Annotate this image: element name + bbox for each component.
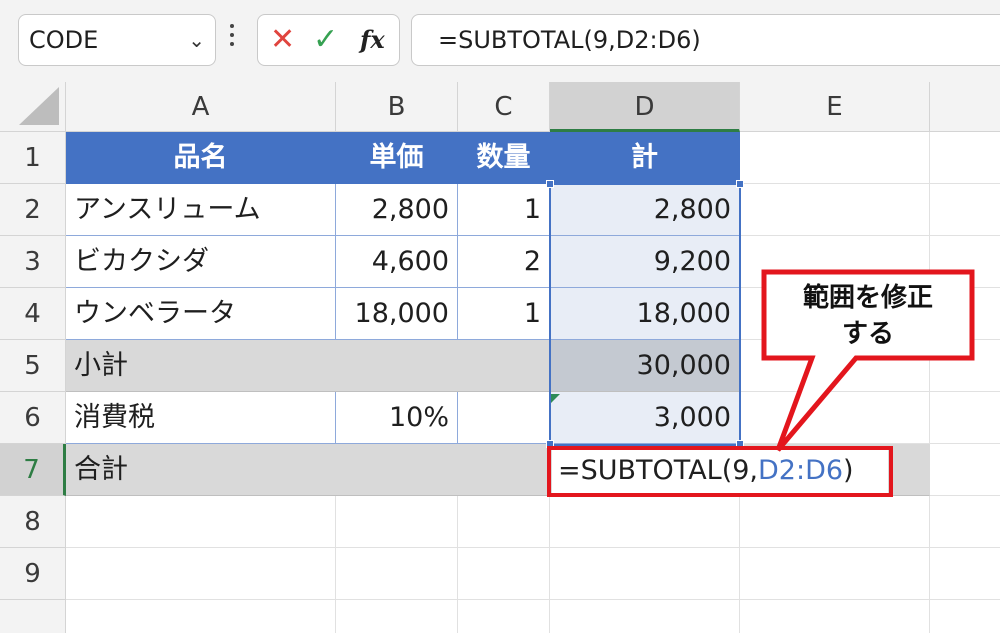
table-cell-total[interactable]: 2,800 <box>550 184 740 236</box>
column-header-a[interactable]: A <box>66 82 336 132</box>
formula-range-ref: D2:D6 <box>758 455 844 486</box>
tax-qty-cell[interactable] <box>458 392 550 444</box>
cell-b9[interactable] <box>336 548 458 600</box>
row-header-5[interactable]: 5 <box>0 340 66 392</box>
formula-input[interactable]: =SUBTOTAL(9,D2:D6) <box>411 14 1000 66</box>
enter-icon[interactable]: ✓ <box>313 15 338 65</box>
range-handle[interactable] <box>736 180 744 188</box>
cell-c8[interactable] <box>458 496 550 548</box>
more-options-icon[interactable] <box>229 24 235 54</box>
cell-a10[interactable] <box>66 600 336 633</box>
cell-f8[interactable] <box>930 496 1000 548</box>
cell-d8[interactable] <box>550 496 740 548</box>
table-header-price[interactable]: 単価 <box>336 132 458 184</box>
cell-d9[interactable] <box>550 548 740 600</box>
cell-f9[interactable] <box>930 548 1000 600</box>
table-row[interactable]: ウンベラータ <box>66 288 336 340</box>
column-header-d[interactable]: D <box>550 82 740 132</box>
name-box-value: CODE <box>29 26 99 54</box>
tax-value-cell[interactable]: 3,000 <box>550 392 740 444</box>
formula-text: =SUBTOTAL(9,D2:D6) <box>438 26 701 54</box>
row-header-10[interactable] <box>0 600 66 633</box>
range-handle[interactable] <box>546 440 554 448</box>
error-indicator-icon <box>551 394 560 403</box>
formula-prefix: =SUBTOTAL(9, <box>558 455 758 486</box>
cell-e1[interactable] <box>740 132 930 184</box>
formula-buttons: ✕ ✓ fx <box>257 14 400 66</box>
table-row[interactable]: アンスリューム <box>66 184 336 236</box>
tax-rate-cell[interactable]: 10% <box>336 392 458 444</box>
table-cell-qty[interactable]: 2 <box>458 236 550 288</box>
cancel-icon[interactable]: ✕ <box>270 15 295 65</box>
grand-total-label-cell[interactable]: 合計 <box>66 444 550 496</box>
cell-e2[interactable] <box>740 184 930 236</box>
table-cell-qty[interactable]: 1 <box>458 288 550 340</box>
column-header-b[interactable]: B <box>336 82 458 132</box>
active-cell-editor[interactable]: =SUBTOTAL(9,D2:D6) <box>552 448 888 494</box>
range-handle[interactable] <box>546 180 554 188</box>
row-header-8[interactable]: 8 <box>0 496 66 548</box>
tax-label-cell[interactable]: 消費税 <box>66 392 336 444</box>
table-row[interactable]: ビカクシダ <box>66 236 336 288</box>
column-header-e[interactable]: E <box>740 82 930 132</box>
cell-f2[interactable] <box>930 184 1000 236</box>
cell-a8[interactable] <box>66 496 336 548</box>
row-header-1[interactable]: 1 <box>0 132 66 184</box>
cell-c9[interactable] <box>458 548 550 600</box>
row-header-7[interactable]: 7 <box>0 444 66 496</box>
cell-e10[interactable] <box>740 600 930 633</box>
column-header-c[interactable]: C <box>458 82 550 132</box>
subtotal-label-cell[interactable]: 小計 <box>66 340 550 392</box>
spreadsheet-grid: A B C D E 1 2 3 4 5 6 7 8 9 品名 単価 数量 計 ア… <box>0 82 1000 633</box>
row-header-6[interactable]: 6 <box>0 392 66 444</box>
callout-text: 範囲を修正 する <box>764 276 972 360</box>
cell-e9[interactable] <box>740 548 930 600</box>
formula-suffix: ) <box>843 455 854 486</box>
subtotal-value-cell[interactable]: 30,000 <box>550 340 740 392</box>
cell-c10[interactable] <box>458 600 550 633</box>
row-header-4[interactable]: 4 <box>0 288 66 340</box>
row-header-2[interactable]: 2 <box>0 184 66 236</box>
cell-b8[interactable] <box>336 496 458 548</box>
table-header-name[interactable]: 品名 <box>66 132 336 184</box>
chevron-down-icon[interactable]: ⌄ <box>188 15 205 65</box>
cell-e8[interactable] <box>740 496 930 548</box>
row-header-3[interactable]: 3 <box>0 236 66 288</box>
table-cell-total[interactable]: 9,200 <box>550 236 740 288</box>
formula-bar: CODE ⌄ ✕ ✓ fx =SUBTOTAL(9,D2:D6) <box>0 0 1000 82</box>
table-header-qty[interactable]: 数量 <box>458 132 550 184</box>
cell-a9[interactable] <box>66 548 336 600</box>
name-box[interactable]: CODE ⌄ <box>18 14 216 66</box>
cell-f1[interactable] <box>930 132 1000 184</box>
callout-line-1: 範囲を修正 <box>802 283 933 313</box>
table-cell-qty[interactable]: 1 <box>458 184 550 236</box>
cell-d10[interactable] <box>550 600 740 633</box>
insert-function-icon[interactable]: fx <box>360 15 385 65</box>
table-header-total[interactable]: 計 <box>550 132 740 184</box>
cell-b10[interactable] <box>336 600 458 633</box>
table-cell-price[interactable]: 2,800 <box>336 184 458 236</box>
table-cell-price[interactable]: 4,600 <box>336 236 458 288</box>
table-cell-price[interactable]: 18,000 <box>336 288 458 340</box>
cell-f10[interactable] <box>930 600 1000 633</box>
select-all-corner[interactable] <box>0 82 66 132</box>
table-cell-total[interactable]: 18,000 <box>550 288 740 340</box>
range-handle[interactable] <box>736 440 744 448</box>
row-header-9[interactable]: 9 <box>0 548 66 600</box>
callout-line-2: する <box>841 319 894 349</box>
column-header-f[interactable] <box>930 82 1000 132</box>
